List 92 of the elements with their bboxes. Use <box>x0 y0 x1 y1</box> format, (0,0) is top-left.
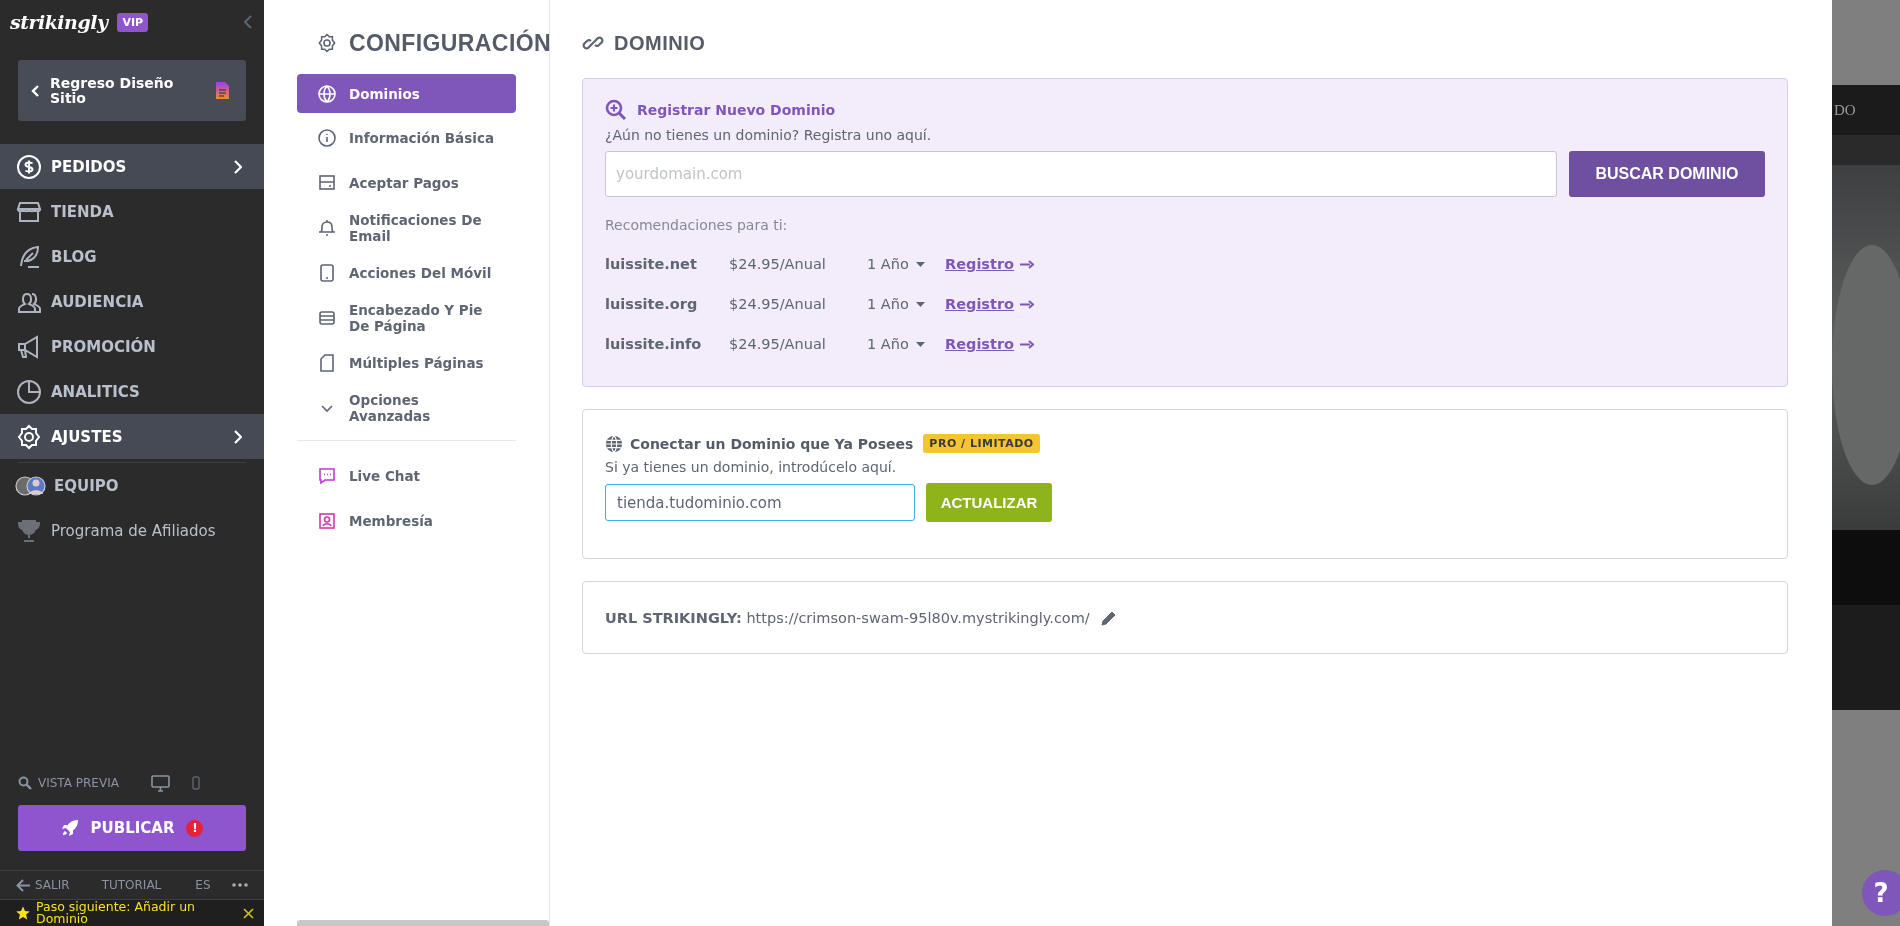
card-subtitle: Si ya tienes un dominio, introdúcelo aquí. <box>605 459 898 475</box>
domain-name: luissite.info <box>605 336 703 352</box>
domain-name: luissite.net <box>605 256 698 272</box>
domain-price: $24.95/Anual <box>729 336 827 352</box>
card-heading: Conectar un Dominio que Ya Posees <box>630 435 914 452</box>
scrollbar[interactable] <box>297 920 549 926</box>
caret-icon <box>915 261 925 267</box>
settings-menu-item[interactable]: Membresía <box>297 501 516 541</box>
close-icon[interactable] <box>243 907 254 919</box>
page-icon <box>317 353 337 373</box>
info-icon <box>317 128 337 148</box>
mobile-icon[interactable] <box>192 776 200 790</box>
search-icon <box>18 776 32 790</box>
avatars-icon <box>14 474 48 497</box>
card-heading: Registrar Nuevo Dominio <box>637 102 836 118</box>
recommendations-label: Recomendaciones para ti: <box>605 217 789 233</box>
nav-item[interactable]: ANALITICS <box>0 369 264 414</box>
trophy-icon <box>16 518 42 543</box>
register-link[interactable]: Registro <box>945 296 1035 312</box>
search-domain-button[interactable]: BUSCAR DOMINIO <box>1569 151 1765 197</box>
pencil-icon[interactable] <box>1100 609 1117 626</box>
register-link[interactable]: Registro <box>945 256 1035 272</box>
zoom-in-icon <box>605 99 627 121</box>
chat-icon <box>317 466 337 486</box>
settings-menu-item[interactable]: Live Chat <box>297 456 516 496</box>
arrow-right-icon <box>1020 299 1035 309</box>
settings-title: CONFIGURACIÓN <box>349 29 551 57</box>
layout-icon <box>317 308 337 328</box>
vip-badge: VIP <box>117 12 149 32</box>
nav-item[interactable]: Programa de Afiliados <box>0 508 264 553</box>
arrow-right-icon <box>1020 259 1035 269</box>
nav-item[interactable]: BLOG <box>0 234 264 279</box>
nav-item[interactable]: PROMOCIÓN <box>0 324 264 369</box>
settings-menu-item[interactable]: Aceptar Pagos <box>297 163 516 203</box>
arrow-left-icon <box>16 878 31 892</box>
nav-item[interactable]: AJUSTES <box>0 414 264 459</box>
nav-item[interactable]: PEDIDOS <box>0 144 264 189</box>
site-url: URL STRIKINGLY: https://crimson-swam-95l80v.mystrikingly.com/ <box>605 609 1090 626</box>
chevron-right-icon <box>234 159 242 174</box>
settings-menu-item[interactable]: Opciones Avanzadas <box>297 388 516 428</box>
globe-icon <box>605 434 623 453</box>
domain-search-field[interactable]: yourdomain.com <box>605 151 1557 197</box>
star-icon <box>16 906 30 920</box>
footer-link[interactable]: SALIR <box>35 878 70 892</box>
preview-link[interactable]: VISTA PREVIA <box>38 776 145 790</box>
member-icon <box>317 511 337 531</box>
term-dropdown[interactable]: 1 Año <box>867 256 945 272</box>
settings-menu-item[interactable]: Notificaciones De Email <box>297 208 516 248</box>
desktop-icon[interactable] <box>151 774 170 792</box>
register-link[interactable]: Registro <box>945 336 1035 352</box>
nav-item[interactable]: AUDIENCIA <box>0 279 264 324</box>
nav-item[interactable]: TIENDA <box>0 189 264 234</box>
rocket-icon <box>60 819 79 837</box>
gear-icon <box>16 423 42 450</box>
domain-name: luissite.org <box>605 296 699 312</box>
term-dropdown[interactable]: 1 Año <box>867 296 945 312</box>
domain-field[interactable]: tienda.tudominio.com <box>605 484 915 521</box>
back-button[interactable]: Regreso Diseño Sitio <box>18 60 246 121</box>
globe-icon <box>317 83 337 104</box>
footer-link[interactable]: ES <box>195 878 211 892</box>
term-dropdown[interactable]: 1 Año <box>867 336 945 352</box>
dollar-icon <box>16 153 42 180</box>
domain-price: $24.95/Anual <box>729 256 827 272</box>
settings-menu-item[interactable]: Múltiples Páginas <box>297 343 516 383</box>
collapse-icon[interactable] <box>244 15 252 29</box>
pro-badge: PRO / LIMITADO <box>923 434 1040 453</box>
more-icon[interactable] <box>232 883 248 887</box>
card-icon <box>317 173 337 193</box>
notice-text: Paso siguiente: Añadir un Dominio <box>36 901 196 925</box>
settings-menu-item[interactable]: Dominios <box>297 74 516 113</box>
publish-button[interactable]: PUBLICAR ! <box>18 805 246 851</box>
alert-badge: ! <box>186 819 204 837</box>
arrow-right-icon <box>1020 339 1035 349</box>
nav-item[interactable]: EQUIPO <box>0 463 264 508</box>
settings-menu-item[interactable]: Acciones Del Móvil <box>297 253 516 293</box>
chevron-right-icon <box>234 429 242 444</box>
card-subtitle: ¿Aún no tienes un dominio? Registra uno aquí. <box>605 127 933 143</box>
domain-price: $24.95/Anual <box>729 296 827 312</box>
bell-icon <box>317 218 337 238</box>
page-title: DOMINIO <box>614 31 706 55</box>
settings-menu-item[interactable]: Encabezado Y Pie De Página <box>297 298 516 338</box>
logo[interactable]: strikingly <box>10 11 108 33</box>
chevron-left-icon <box>31 83 40 98</box>
footer-link[interactable]: TUTORIAL <box>101 878 162 892</box>
gear-icon <box>317 33 337 53</box>
tablet-icon <box>317 263 337 283</box>
caret-icon <box>915 341 925 347</box>
caret-icon <box>915 301 925 307</box>
menu-text: DO <box>1834 101 1856 119</box>
settings-menu-item[interactable]: Información Básica <box>297 118 516 158</box>
pie-chart-icon <box>16 378 42 405</box>
page-icon <box>215 81 230 100</box>
